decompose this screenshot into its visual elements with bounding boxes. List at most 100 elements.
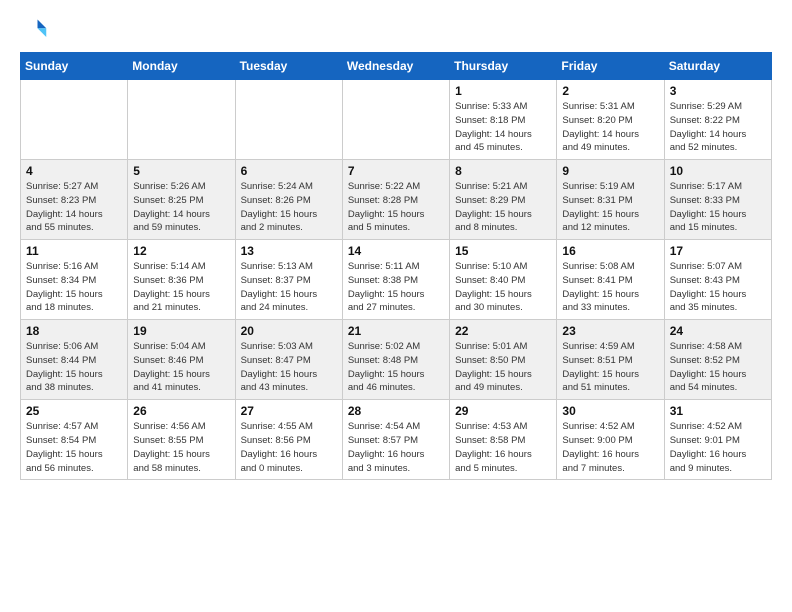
day-detail: Sunrise: 4:56 AM Sunset: 8:55 PM Dayligh… (133, 420, 229, 475)
day-detail: Sunrise: 5:06 AM Sunset: 8:44 PM Dayligh… (26, 340, 122, 395)
day-detail: Sunrise: 4:58 AM Sunset: 8:52 PM Dayligh… (670, 340, 766, 395)
calendar-cell: 10Sunrise: 5:17 AM Sunset: 8:33 PM Dayli… (664, 160, 771, 240)
day-detail: Sunrise: 5:11 AM Sunset: 8:38 PM Dayligh… (348, 260, 444, 315)
calendar-cell: 30 Sunrise: 4:52 AM Sunset: 9:00 PM Dayli… (557, 400, 664, 480)
calendar-cell (21, 80, 128, 160)
col-header-wednesday: Wednesday (342, 53, 449, 80)
calendar-cell: 24 Sunrise: 4:58 AM Sunset: 8:52 PM Dayli… (664, 320, 771, 400)
day-detail: Sunrise: 5:08 AM Sunset: 8:41 PM Dayligh… (562, 260, 658, 315)
day-number: 3 (670, 84, 766, 98)
day-number: 5 (133, 164, 229, 178)
calendar-cell: 26Sunrise: 4:56 AM Sunset: 8:55 PM Dayli… (128, 400, 235, 480)
day-number: 30 (562, 404, 658, 418)
day-number: 23 (562, 324, 658, 338)
day-number: 18 (26, 324, 122, 338)
col-header-saturday: Saturday (664, 53, 771, 80)
day-detail: Sunrise: 5:27 AM Sunset: 8:23 PM Dayligh… (26, 180, 122, 235)
day-number: 19 (133, 324, 229, 338)
day-detail: Sunrise: 5:33 AM Sunset: 8:18 PM Dayligh… (455, 100, 551, 155)
calendar-cell: 22Sunrise: 5:01 AM Sunset: 8:50 PM Dayli… (450, 320, 557, 400)
calendar-cell: 29 Sunrise: 4:53 AM Sunset: 8:58 PM Dayli… (450, 400, 557, 480)
day-number: 25 (26, 404, 122, 418)
day-detail: Sunrise: 5:16 AM Sunset: 8:34 PM Dayligh… (26, 260, 122, 315)
calendar-cell: 6 Sunrise: 5:24 AM Sunset: 8:26 PM Daylig… (235, 160, 342, 240)
calendar-week-row: 18 Sunrise: 5:06 AM Sunset: 8:44 PM Dayli… (21, 320, 772, 400)
calendar-cell: 3 Sunrise: 5:29 AM Sunset: 8:22 PM Daylig… (664, 80, 771, 160)
calendar-cell: 28Sunrise: 4:54 AM Sunset: 8:57 PM Dayli… (342, 400, 449, 480)
day-number: 4 (26, 164, 122, 178)
calendar-cell: 5 Sunrise: 5:26 AM Sunset: 8:25 PM Daylig… (128, 160, 235, 240)
day-detail: Sunrise: 5:22 AM Sunset: 8:28 PM Dayligh… (348, 180, 444, 235)
calendar-cell: 27Sunrise: 4:55 AM Sunset: 8:56 PM Dayli… (235, 400, 342, 480)
day-number: 24 (670, 324, 766, 338)
calendar-week-row: 11 Sunrise: 5:16 AM Sunset: 8:34 PM Dayli… (21, 240, 772, 320)
calendar-cell: 7 Sunrise: 5:22 AM Sunset: 8:28 PM Daylig… (342, 160, 449, 240)
calendar-cell: 8 Sunrise: 5:21 AM Sunset: 8:29 PM Daylig… (450, 160, 557, 240)
col-header-tuesday: Tuesday (235, 53, 342, 80)
calendar-cell (235, 80, 342, 160)
day-number: 11 (26, 244, 122, 258)
day-number: 13 (241, 244, 337, 258)
calendar-cell: 18 Sunrise: 5:06 AM Sunset: 8:44 PM Dayli… (21, 320, 128, 400)
calendar-week-row: 1 Sunrise: 5:33 AM Sunset: 8:18 PM Daylig… (21, 80, 772, 160)
day-number: 20 (241, 324, 337, 338)
day-detail: Sunrise: 5:10 AM Sunset: 8:40 PM Dayligh… (455, 260, 551, 315)
day-detail: Sunrise: 5:19 AM Sunset: 8:31 PM Dayligh… (562, 180, 658, 235)
day-detail: Sunrise: 5:26 AM Sunset: 8:25 PM Dayligh… (133, 180, 229, 235)
day-number: 29 (455, 404, 551, 418)
logo-icon (20, 16, 48, 44)
day-detail: Sunrise: 4:52 AM Sunset: 9:01 PM Dayligh… (670, 420, 766, 475)
calendar-cell: 12Sunrise: 5:14 AM Sunset: 8:36 PM Dayli… (128, 240, 235, 320)
calendar-cell: 23 Sunrise: 4:59 AM Sunset: 8:51 PM Dayli… (557, 320, 664, 400)
calendar-cell: 14 Sunrise: 5:11 AM Sunset: 8:38 PM Dayli… (342, 240, 449, 320)
day-detail: Sunrise: 4:55 AM Sunset: 8:56 PM Dayligh… (241, 420, 337, 475)
calendar-week-row: 4 Sunrise: 5:27 AM Sunset: 8:23 PM Daylig… (21, 160, 772, 240)
calendar-table: SundayMondayTuesdayWednesdayThursdayFrid… (20, 52, 772, 480)
calendar-cell: 13 Sunrise: 5:13 AM Sunset: 8:37 PM Dayli… (235, 240, 342, 320)
day-number: 15 (455, 244, 551, 258)
day-detail: Sunrise: 4:57 AM Sunset: 8:54 PM Dayligh… (26, 420, 122, 475)
day-detail: Sunrise: 5:04 AM Sunset: 8:46 PM Dayligh… (133, 340, 229, 395)
day-number: 7 (348, 164, 444, 178)
day-detail: Sunrise: 4:54 AM Sunset: 8:57 PM Dayligh… (348, 420, 444, 475)
day-detail: Sunrise: 5:29 AM Sunset: 8:22 PM Dayligh… (670, 100, 766, 155)
calendar-cell: 20Sunrise: 5:03 AM Sunset: 8:47 PM Dayli… (235, 320, 342, 400)
calendar-cell: 31 Sunrise: 4:52 AM Sunset: 9:01 PM Dayli… (664, 400, 771, 480)
day-detail: Sunrise: 5:24 AM Sunset: 8:26 PM Dayligh… (241, 180, 337, 235)
day-detail: Sunrise: 5:21 AM Sunset: 8:29 PM Dayligh… (455, 180, 551, 235)
calendar-cell: 19 Sunrise: 5:04 AM Sunset: 8:46 PM Dayli… (128, 320, 235, 400)
day-number: 21 (348, 324, 444, 338)
col-header-sunday: Sunday (21, 53, 128, 80)
calendar-cell: 17 Sunrise: 5:07 AM Sunset: 8:43 PM Dayli… (664, 240, 771, 320)
day-number: 14 (348, 244, 444, 258)
day-detail: Sunrise: 4:53 AM Sunset: 8:58 PM Dayligh… (455, 420, 551, 475)
day-detail: Sunrise: 5:07 AM Sunset: 8:43 PM Dayligh… (670, 260, 766, 315)
calendar-cell: 25 Sunrise: 4:57 AM Sunset: 8:54 PM Dayli… (21, 400, 128, 480)
day-detail: Sunrise: 5:01 AM Sunset: 8:50 PM Dayligh… (455, 340, 551, 395)
calendar-cell (342, 80, 449, 160)
day-number: 10 (670, 164, 766, 178)
day-number: 16 (562, 244, 658, 258)
calendar-week-row: 25 Sunrise: 4:57 AM Sunset: 8:54 PM Dayli… (21, 400, 772, 480)
day-number: 31 (670, 404, 766, 418)
day-number: 12 (133, 244, 229, 258)
col-header-thursday: Thursday (450, 53, 557, 80)
col-header-monday: Monday (128, 53, 235, 80)
calendar-header-row: SundayMondayTuesdayWednesdayThursdayFrid… (21, 53, 772, 80)
page-header (20, 16, 772, 44)
day-detail: Sunrise: 4:59 AM Sunset: 8:51 PM Dayligh… (562, 340, 658, 395)
day-number: 2 (562, 84, 658, 98)
day-detail: Sunrise: 5:13 AM Sunset: 8:37 PM Dayligh… (241, 260, 337, 315)
day-number: 8 (455, 164, 551, 178)
calendar-cell: 2 Sunrise: 5:31 AM Sunset: 8:20 PM Daylig… (557, 80, 664, 160)
calendar-cell: 11 Sunrise: 5:16 AM Sunset: 8:34 PM Dayli… (21, 240, 128, 320)
day-number: 17 (670, 244, 766, 258)
calendar-cell: 9Sunrise: 5:19 AM Sunset: 8:31 PM Daylig… (557, 160, 664, 240)
day-number: 6 (241, 164, 337, 178)
calendar-cell: 16 Sunrise: 5:08 AM Sunset: 8:41 PM Dayli… (557, 240, 664, 320)
day-detail: Sunrise: 4:52 AM Sunset: 9:00 PM Dayligh… (562, 420, 658, 475)
day-number: 1 (455, 84, 551, 98)
calendar-cell: 4 Sunrise: 5:27 AM Sunset: 8:23 PM Daylig… (21, 160, 128, 240)
day-detail: Sunrise: 5:31 AM Sunset: 8:20 PM Dayligh… (562, 100, 658, 155)
calendar-cell: 1 Sunrise: 5:33 AM Sunset: 8:18 PM Daylig… (450, 80, 557, 160)
